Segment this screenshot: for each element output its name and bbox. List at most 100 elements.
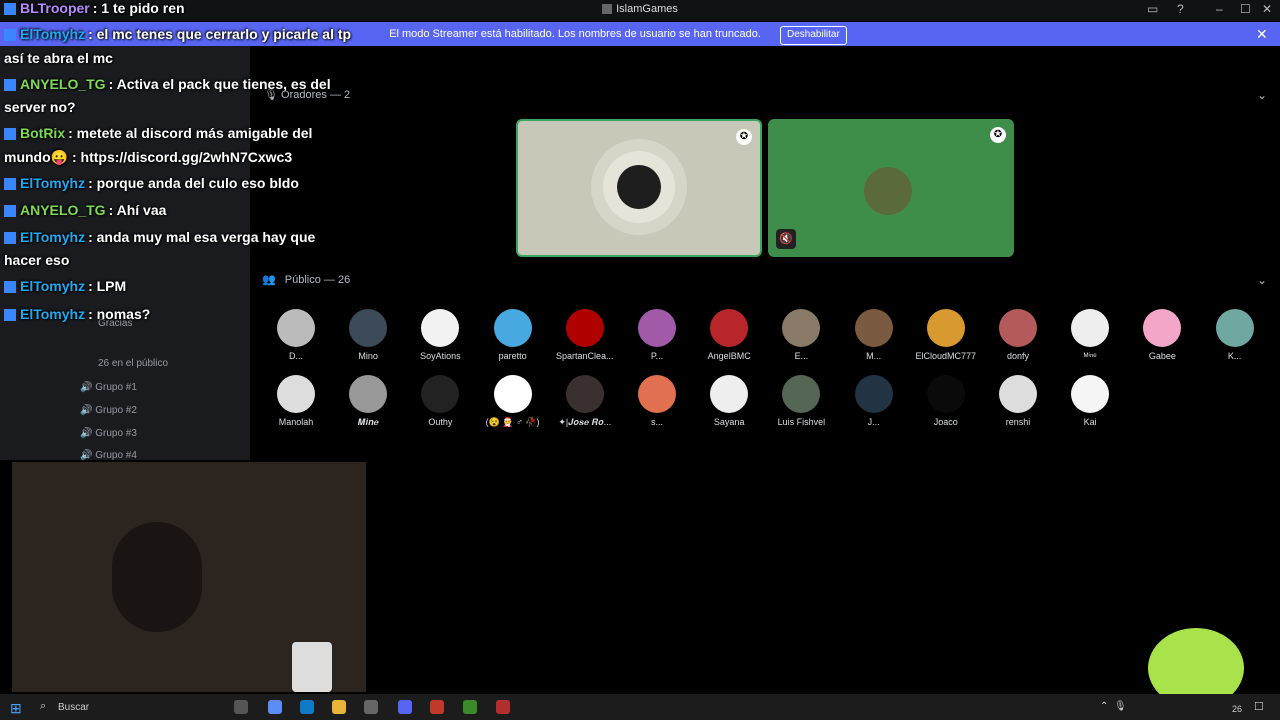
sidebar-item-grupo-1[interactable]: 🔊 Grupo #1 <box>80 382 137 393</box>
edge-icon[interactable] <box>300 700 314 714</box>
chat-message: : LPM <box>88 278 127 294</box>
audience-icon: 👥 <box>262 274 276 286</box>
avatar <box>782 309 821 347</box>
audience-member[interactable]: Mino <box>334 309 402 361</box>
audience-member[interactable]: M... <box>840 309 908 361</box>
chevron-down-icon[interactable]: ⌄ <box>1257 273 1267 287</box>
chat-message: : metete al discord más amigable del <box>68 125 313 141</box>
audience-member-name: Manolah <box>278 417 314 427</box>
chat-line: hacer eso <box>4 252 69 268</box>
audience-member[interactable]: Outhy <box>406 375 474 427</box>
audience-member[interactable]: K... <box>1201 309 1269 361</box>
audience-member-name: D... <box>288 351 303 361</box>
avatar <box>999 309 1037 347</box>
audience-member[interactable]: P... <box>623 309 691 361</box>
audience-member[interactable]: donfy <box>984 309 1052 361</box>
taskbar-search[interactable]: Buscar <box>58 702 89 713</box>
audience-member[interactable]: Manolah <box>262 375 330 427</box>
window-title: IslamGames <box>0 3 1280 15</box>
search-icon[interactable]: ⌕ <box>40 700 46 713</box>
tray-chevron-icon[interactable]: ⌃ <box>1100 701 1108 712</box>
avatar <box>854 309 893 347</box>
audience-member[interactable]: Joaco <box>912 375 980 427</box>
chat-message: : el mc tenes que cerrarlo y picarle al … <box>88 26 352 42</box>
chat-message: : Activa el pack que tienes, es del <box>108 76 331 92</box>
audience-member[interactable]: AngelBMC <box>695 309 763 361</box>
inbox-icon[interactable]: ▭ <box>1147 2 1158 16</box>
audience-member[interactable]: renshi <box>984 375 1052 427</box>
audience-member-name: Mino <box>358 351 378 361</box>
audience-member[interactable]: Kai <box>1056 375 1124 427</box>
audience-member[interactable]: ᴹⁱⁿᵉ <box>1056 309 1124 362</box>
speaker-tile[interactable]: ✪ <box>516 119 762 257</box>
chat-badge-icon <box>4 3 16 16</box>
audience-member[interactable]: 𝑴𝒊𝒏𝒆 <box>334 375 402 428</box>
audience-member-name: s... <box>650 417 663 427</box>
mic-icon[interactable]: 🎙 <box>1114 701 1127 712</box>
notifications-icon[interactable]: ☐ <box>1254 700 1264 713</box>
audience-member[interactable]: (😵 🧑‍🎄 ♂ 🥀) <box>479 375 547 428</box>
avatar <box>277 309 315 347</box>
tray-count: 26 <box>1232 704 1243 714</box>
chat-line: ElTomyhz: nomas? <box>4 306 150 322</box>
chat-username: BotRix <box>20 125 66 141</box>
chat-username: ElTomyhz <box>20 278 86 294</box>
audience-member-name: J... <box>867 417 880 427</box>
bottle <box>292 642 332 692</box>
chat-line: ElTomyhz: el mc tenes que cerrarlo y pic… <box>4 26 351 42</box>
chat-line: ElTomyhz: LPM <box>4 278 126 294</box>
audience-member-name: M... <box>866 351 882 361</box>
audience-member[interactable]: Luis Fishvel <box>767 375 835 427</box>
audience-member[interactable]: SoyAtions <box>406 309 474 361</box>
audience-member[interactable]: SpartanClea... <box>551 309 619 361</box>
avatar <box>1071 309 1110 347</box>
sidebar-item-grupo-3[interactable]: 🔊 Grupo #3 <box>80 428 137 439</box>
audience-member[interactable]: D... <box>262 309 330 361</box>
disable-streamer-button[interactable]: Deshabilitar <box>780 26 847 45</box>
audience-member[interactable]: Sayana <box>695 375 763 427</box>
avatar <box>493 309 532 347</box>
help-icon[interactable]: ? <box>1177 2 1184 16</box>
audience-member-name: AngelBMC <box>707 351 751 361</box>
audience-member-name: donfy <box>1006 351 1030 361</box>
sidebar-item-grupo-4[interactable]: 🔊 Grupo #4 <box>80 450 137 461</box>
discord-icon[interactable] <box>398 700 412 714</box>
chat-username: ANYELO_TG <box>20 202 106 218</box>
audience-member[interactable]: Gabee <box>1128 309 1196 361</box>
minecraft-icon[interactable] <box>463 700 477 714</box>
app-icon[interactable] <box>496 700 510 714</box>
audience-member[interactable]: E... <box>767 309 835 361</box>
explorer-icon[interactable] <box>332 700 346 714</box>
close-icon[interactable]: ✕ <box>1262 2 1272 16</box>
avatar <box>565 309 604 347</box>
audience-header-text: Público — 26 <box>284 274 351 286</box>
speaker-tile[interactable]: ✪ 🔇 <box>768 119 1014 257</box>
speaker-avatar <box>864 167 912 215</box>
audience-member[interactable]: ElCloudMC777 <box>912 309 980 361</box>
avatar <box>710 375 749 413</box>
sidebar-item-grupo-2[interactable]: 🔊 Grupo #2 <box>80 405 137 416</box>
start-icon[interactable]: ⊞ <box>10 700 22 717</box>
maximize-icon[interactable]: ☐ <box>1240 2 1251 16</box>
audience-member[interactable]: paretto <box>479 309 547 361</box>
chevron-down-icon[interactable]: ⌄ <box>1257 88 1267 102</box>
audience-member[interactable]: ✦|𝑱𝒐𝒔𝒆 𝑹𝒐... <box>551 375 619 428</box>
audience-member-name: ᴹⁱⁿᵉ <box>1083 351 1097 361</box>
chat-message: : 1 te pido ren <box>92 0 185 16</box>
chat-message: : Ahí vaa <box>108 202 167 218</box>
chat-line: así te abra el mc <box>4 50 113 66</box>
audience-member-name: renshi <box>1005 417 1031 427</box>
webcam-feed <box>12 462 366 692</box>
task-view-icon[interactable] <box>234 700 248 714</box>
audience-member[interactable]: J... <box>840 375 908 427</box>
copilot-icon[interactable] <box>268 700 282 714</box>
server-icon <box>602 4 613 15</box>
obs-icon[interactable] <box>430 700 444 714</box>
chat-username: ElTomyhz <box>20 229 86 245</box>
banner-close-icon[interactable]: ✕ <box>1256 26 1268 43</box>
audience-member[interactable]: s... <box>623 375 691 427</box>
avatar <box>277 375 315 413</box>
minimize-icon[interactable]: – <box>1216 2 1223 16</box>
avatar <box>854 375 893 413</box>
store-icon[interactable] <box>364 700 378 714</box>
